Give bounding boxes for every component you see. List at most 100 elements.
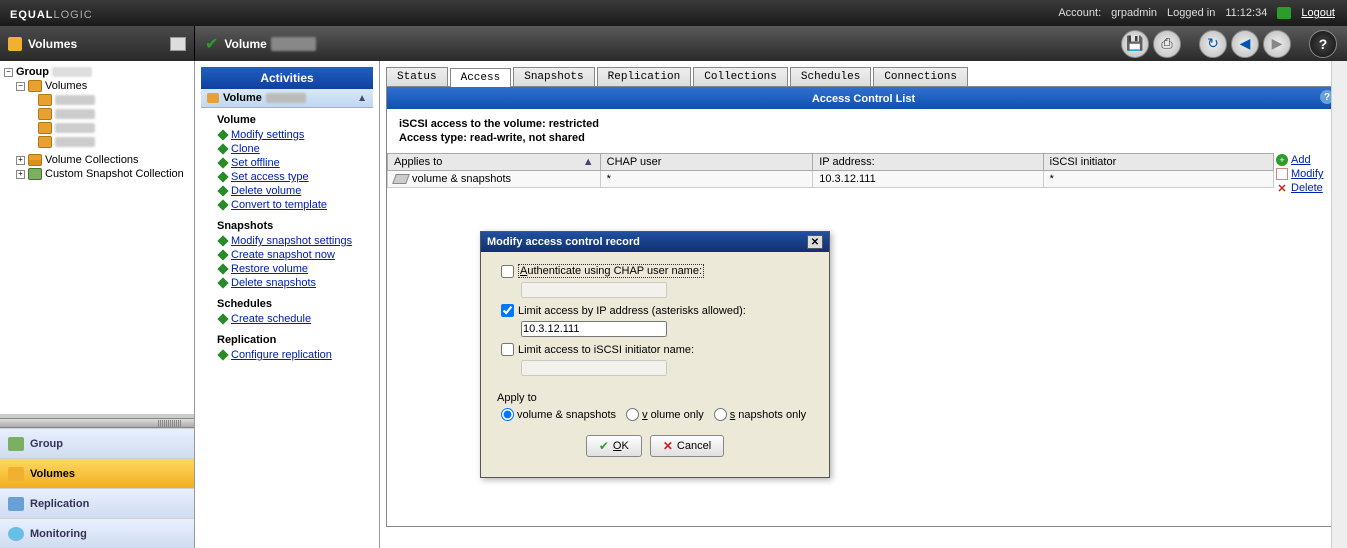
table-row[interactable]: volume & snapshots * 10.3.12.111 *: [388, 171, 1274, 188]
tab-status[interactable]: Status: [386, 67, 448, 86]
tree-volume-item[interactable]: [0, 121, 194, 135]
panel-info: iSCSI access to the volume: restricted A…: [387, 109, 1340, 153]
acl-table-wrap: Applies to ▲ CHAP user IP address: iSCSI…: [387, 153, 1340, 188]
activities-subheader[interactable]: Volume ▲: [201, 89, 373, 108]
tab-collections[interactable]: Collections: [693, 67, 788, 86]
tree-custom-snapshot[interactable]: + Custom Snapshot Collection: [0, 167, 194, 181]
ip-checkbox[interactable]: [501, 304, 514, 317]
initiator-label: Limit access to iSCSI initiator name:: [518, 344, 694, 356]
action-delete-snapshots[interactable]: Delete snapshots: [205, 276, 369, 290]
col-chap-user[interactable]: CHAP user: [600, 154, 813, 171]
radio-volume-snapshots[interactable]: volume & snapshots: [501, 408, 616, 421]
action-modify-snapshot-settings[interactable]: Modify snapshot settings: [205, 234, 369, 248]
help-button[interactable]: ?: [1309, 30, 1337, 58]
left-panel-menu-icon[interactable]: [170, 37, 186, 51]
panel-title: Access Control List: [812, 93, 915, 105]
cancel-button[interactable]: ✕Cancel: [650, 435, 724, 457]
radio-volume-only[interactable]: volume only: [626, 408, 704, 421]
action-create-snapshot[interactable]: Create snapshot now: [205, 248, 369, 262]
group-replication-title: Replication: [205, 332, 369, 348]
tree-volumes[interactable]: − Volumes: [0, 79, 194, 93]
collapse-arrow-icon[interactable]: ▲: [357, 93, 367, 104]
action-clone[interactable]: Clone: [205, 142, 369, 156]
nav-forward-button[interactable]: ▶: [1263, 30, 1291, 58]
logout-link[interactable]: Logout: [1301, 7, 1335, 19]
action-set-access-type[interactable]: Set access type: [205, 170, 369, 184]
action-delete-volume[interactable]: Delete volume: [205, 184, 369, 198]
cylinder-icon: [28, 80, 42, 92]
tab-replication[interactable]: Replication: [597, 67, 692, 86]
record-icon: [392, 174, 410, 184]
acl-modify[interactable]: Modify: [1276, 167, 1338, 181]
scrollbar[interactable]: [1331, 61, 1347, 548]
tree-volume-collections[interactable]: + Volume Collections: [0, 153, 194, 167]
diamond-icon: [217, 185, 228, 196]
check-icon: ✔: [205, 34, 218, 54]
tab-connections[interactable]: Connections: [873, 67, 968, 86]
tree-volume-item[interactable]: [0, 93, 194, 107]
tab-schedules[interactable]: Schedules: [790, 67, 871, 86]
tab-snapshots[interactable]: Snapshots: [513, 67, 594, 86]
acl-delete[interactable]: ✕Delete: [1276, 181, 1338, 195]
nav-back-button[interactable]: ◀: [1231, 30, 1259, 58]
action-restore-volume[interactable]: Restore volume: [205, 262, 369, 276]
diamond-icon: [217, 263, 228, 274]
nav-monitoring[interactable]: Monitoring: [0, 518, 194, 548]
activities-panel: Activities Volume ▲ Volume Modify settin…: [195, 61, 380, 548]
left-panel-header: Volumes: [0, 26, 195, 61]
ok-button[interactable]: ✔OK: [586, 435, 642, 457]
main-header: ✔ Volume 💾 ⎙ ↻ ◀ ▶ ?: [195, 26, 1347, 61]
acl-add[interactable]: +Add: [1276, 153, 1338, 167]
volumes-icon: [8, 467, 24, 481]
main-title: Volume: [224, 37, 266, 51]
cylinder-icon: [38, 108, 52, 120]
nav-replication[interactable]: Replication: [0, 488, 194, 518]
close-icon[interactable]: ✕: [807, 235, 823, 249]
col-applies-to[interactable]: Applies to ▲: [388, 154, 601, 171]
expand-icon[interactable]: +: [16, 170, 25, 179]
tree-vc-label: Volume Collections: [45, 154, 139, 166]
header-row: Volumes ✔ Volume 💾 ⎙ ↻ ◀ ▶ ?: [0, 26, 1347, 61]
header-buttons: 💾 ⎙ ↻ ◀ ▶ ?: [1121, 30, 1337, 58]
left-column: − Group − Volumes + Volume Collections +: [0, 61, 195, 548]
initiator-checkbox[interactable]: [501, 343, 514, 356]
splitter-bar[interactable]: [0, 418, 194, 428]
collapse-icon[interactable]: −: [4, 68, 13, 77]
dialog-titlebar[interactable]: Modify access control record ✕: [481, 232, 829, 252]
tree-volume-item[interactable]: [0, 135, 194, 149]
tab-access[interactable]: Access: [450, 68, 512, 87]
ip-label: Limit access by IP address (asterisks al…: [518, 305, 746, 317]
expand-icon[interactable]: +: [16, 156, 25, 165]
ip-address-input[interactable]: [521, 321, 667, 337]
tabs: Status Access Snapshots Replication Coll…: [386, 67, 1341, 87]
action-configure-replication[interactable]: Configure replication: [205, 348, 369, 362]
collapse-icon[interactable]: −: [16, 82, 25, 91]
diamond-icon: [217, 313, 228, 324]
col-iscsi-initiator[interactable]: iSCSI initiator: [1043, 154, 1273, 171]
radio-snapshots-only[interactable]: snapshots only: [714, 408, 806, 421]
nav-group[interactable]: Group: [0, 428, 194, 458]
refresh-button[interactable]: ↻: [1199, 30, 1227, 58]
dialog-buttons: ✔OK ✕Cancel: [493, 421, 817, 465]
add-icon: +: [1276, 154, 1288, 166]
col-ip-address[interactable]: IP address:: [813, 154, 1043, 171]
volume-name-blurred: [55, 123, 95, 133]
action-set-offline[interactable]: Set offline: [205, 156, 369, 170]
nav-volumes[interactable]: Volumes: [0, 458, 194, 488]
print-button[interactable]: ⎙: [1153, 30, 1181, 58]
chap-label: AAuthenticate using CHAP user name:uthen…: [518, 264, 704, 278]
diamond-icon: [217, 143, 228, 154]
action-convert-template[interactable]: Convert to template: [205, 198, 369, 212]
tree-volumes-label: Volumes: [45, 80, 87, 92]
cylinder-icon: [207, 93, 219, 103]
tree-volume-item[interactable]: [0, 107, 194, 121]
action-create-schedule[interactable]: Create schedule: [205, 312, 369, 326]
chap-checkbox-row: AAuthenticate using CHAP user name:uthen…: [493, 264, 817, 278]
tree-group[interactable]: − Group: [0, 65, 194, 79]
action-modify-settings[interactable]: Modify settings: [205, 128, 369, 142]
chap-checkbox[interactable]: [501, 265, 514, 278]
group-icon: [8, 437, 24, 451]
bottom-nav: Group Volumes Replication Monitoring: [0, 428, 194, 548]
snapshot-collection-icon: [28, 168, 42, 180]
save-button[interactable]: 💾: [1121, 30, 1149, 58]
